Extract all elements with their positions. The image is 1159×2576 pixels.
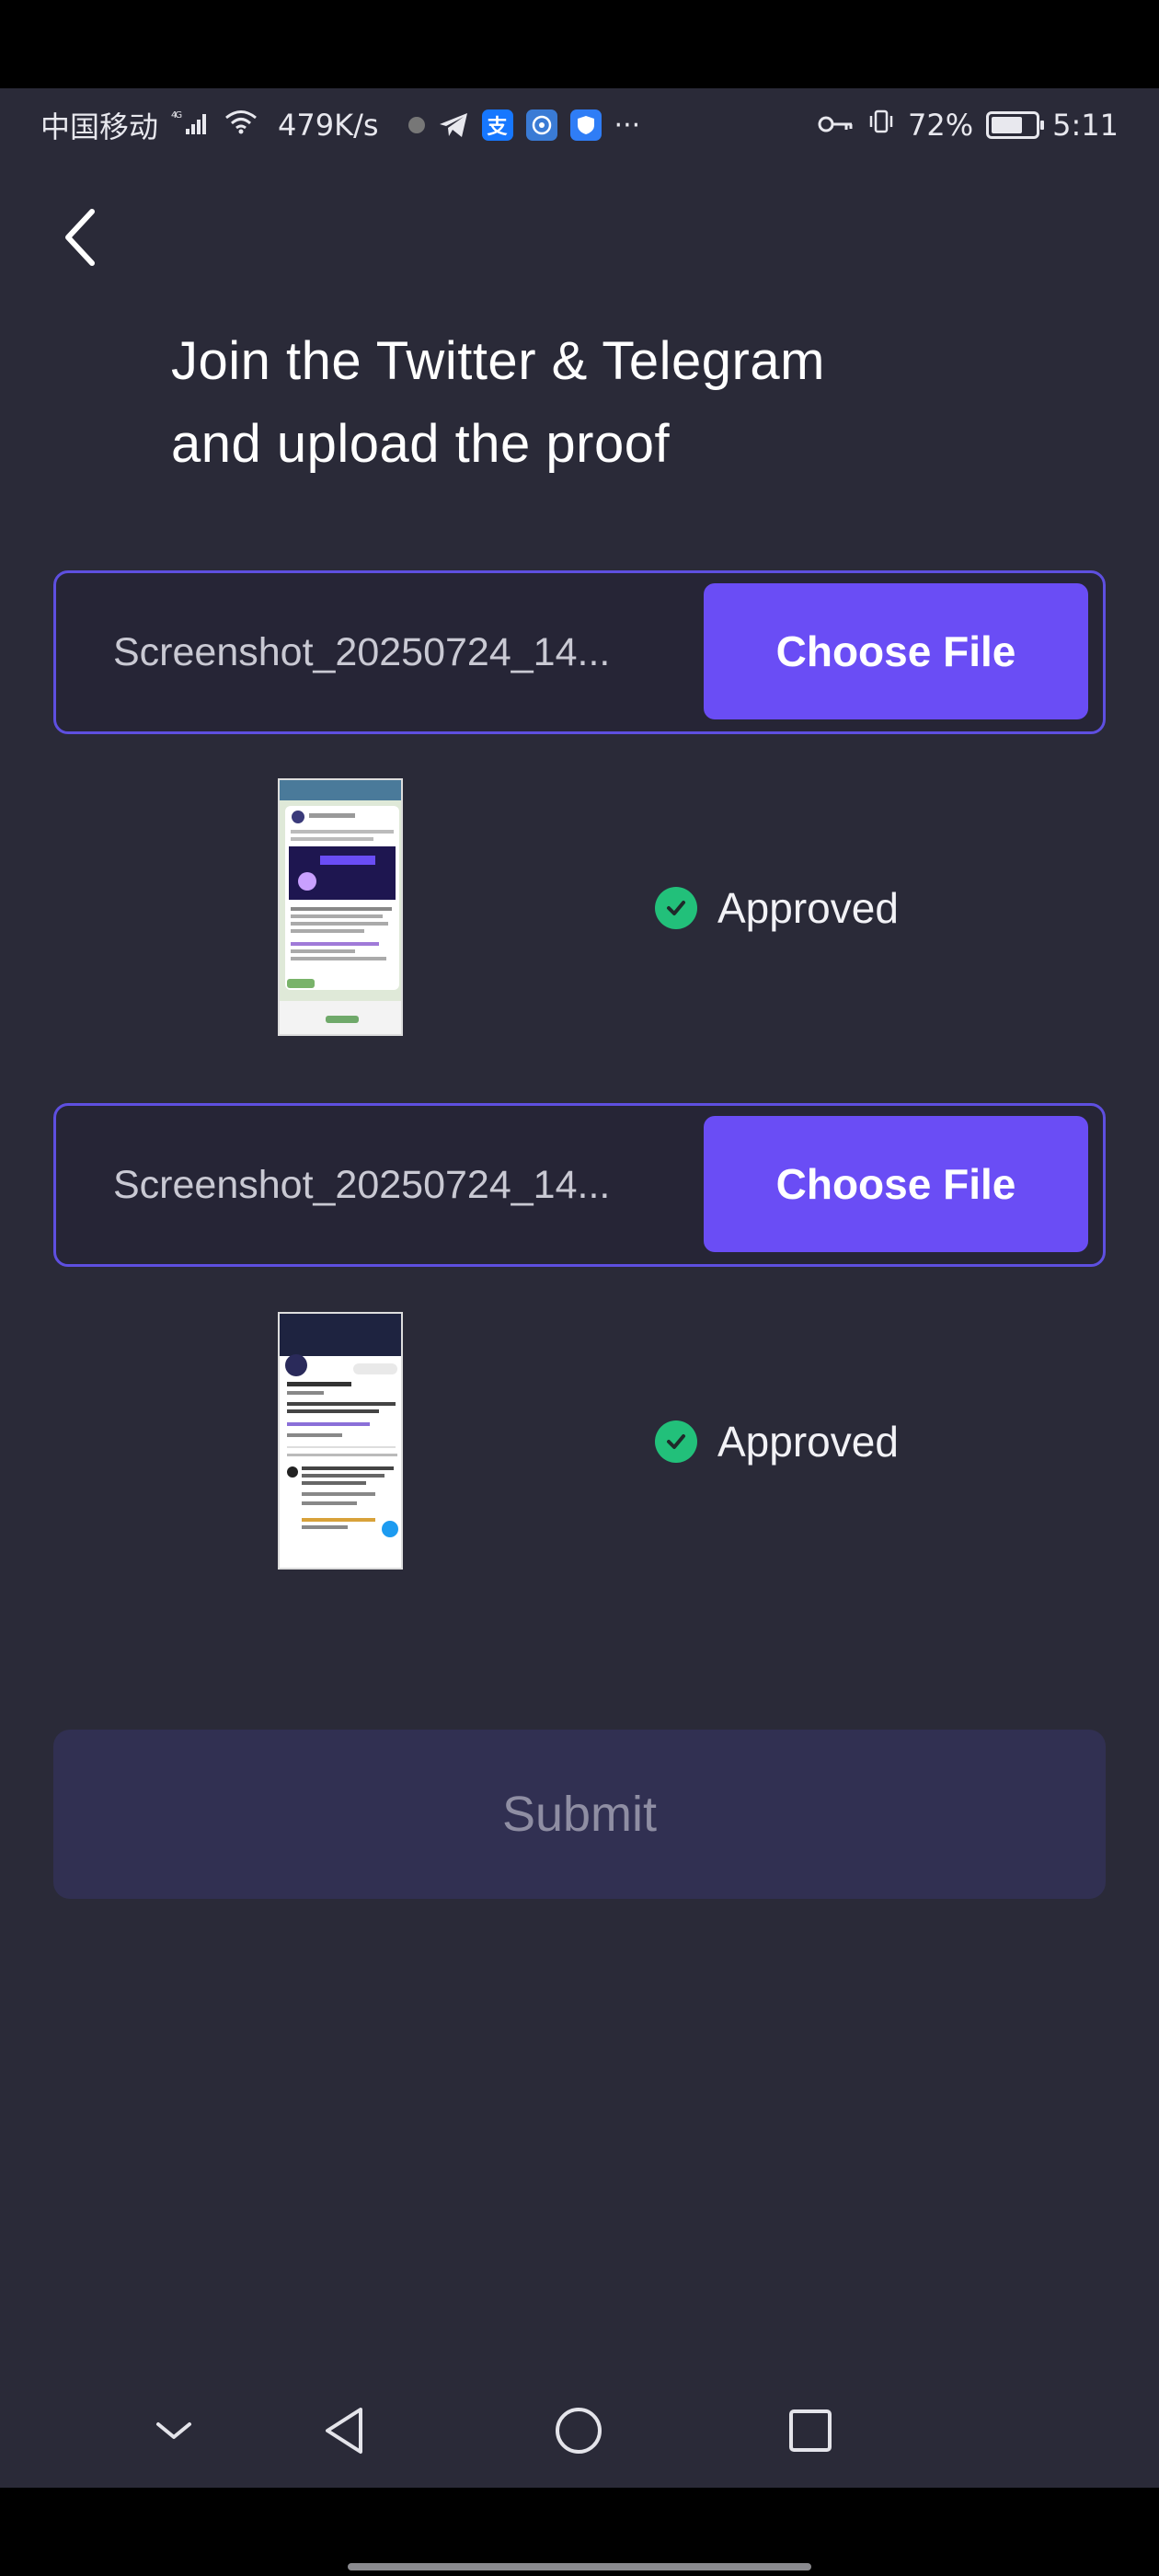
telegram-icon: [438, 109, 469, 141]
shield-icon: [569, 109, 602, 141]
approval-status-label-1: Approved: [717, 884, 899, 932]
status-left: 中国移动 4G 479K/s 支 ···: [40, 104, 640, 146]
back-triangle-icon: [326, 2408, 362, 2454]
collapse-nav-button[interactable]: [123, 2383, 224, 2478]
approval-status-label-2: Approved: [717, 1418, 899, 1466]
nav-recents-button[interactable]: [760, 2383, 861, 2478]
home-indicator[interactable]: [348, 2563, 811, 2570]
page-title: Join the Twitter & Telegram and upload t…: [171, 320, 1036, 486]
vibrate-icon: [867, 108, 895, 143]
nav-home-button[interactable]: [528, 2383, 629, 2478]
battery-icon: [986, 111, 1045, 139]
file-name-1: Screenshot_20250724_14...: [113, 629, 611, 674]
battery-level: [992, 117, 1023, 133]
proof-thumbnail-telegram[interactable]: [278, 778, 403, 1036]
vpn-key-icon: [818, 109, 855, 142]
file-upload-field-1[interactable]: Screenshot_20250724_14... Choose File: [53, 570, 1106, 734]
svg-text:4G: 4G: [171, 110, 181, 121]
collapse-icon: [156, 2422, 191, 2439]
approval-status-1: Approved: [655, 883, 899, 933]
submit-button[interactable]: Submit: [53, 1730, 1106, 1899]
clock: 5:11: [1052, 108, 1119, 143]
wifi-icon: [223, 108, 259, 143]
check-circle-icon: [655, 1420, 697, 1463]
system-nav-bar: [0, 2383, 1159, 2478]
more-notifications-icon: ···: [614, 109, 641, 142]
signal-icon: 4G: [171, 109, 210, 142]
page-title-line1: Join the Twitter & Telegram: [171, 331, 825, 391]
home-circle-icon: [556, 2408, 602, 2454]
chevron-left-icon: [65, 209, 95, 266]
status-right: 72% 5:11: [818, 108, 1119, 143]
notification-dot-icon: [407, 117, 425, 133]
approval-status-2: Approved: [655, 1417, 899, 1466]
nav-back-button[interactable]: [294, 2383, 396, 2478]
file-name-2: Screenshot_20250724_14...: [113, 1162, 611, 1207]
page-title-line2: and upload the proof: [171, 414, 671, 474]
choose-file-button-1[interactable]: Choose File: [704, 583, 1088, 719]
file-upload-field-2[interactable]: Screenshot_20250724_14... Choose File: [53, 1103, 1106, 1267]
proof-thumbnail-twitter[interactable]: [278, 1312, 403, 1570]
alipay-icon: 支: [481, 109, 513, 141]
back-button[interactable]: [52, 202, 107, 272]
browser-icon: [525, 109, 557, 141]
choose-file-button-2[interactable]: Choose File: [704, 1116, 1088, 1252]
carrier-label: 中国移动: [40, 109, 159, 144]
status-bar: 中国移动 4G 479K/s 支 ··· 72% 5:11: [0, 88, 1159, 162]
top-bezel: [0, 0, 1159, 88]
network-speed: 479K/s: [278, 108, 379, 143]
check-circle-icon: [655, 887, 697, 929]
recents-square-icon: [789, 2409, 832, 2452]
battery-percent: 72%: [908, 108, 974, 143]
